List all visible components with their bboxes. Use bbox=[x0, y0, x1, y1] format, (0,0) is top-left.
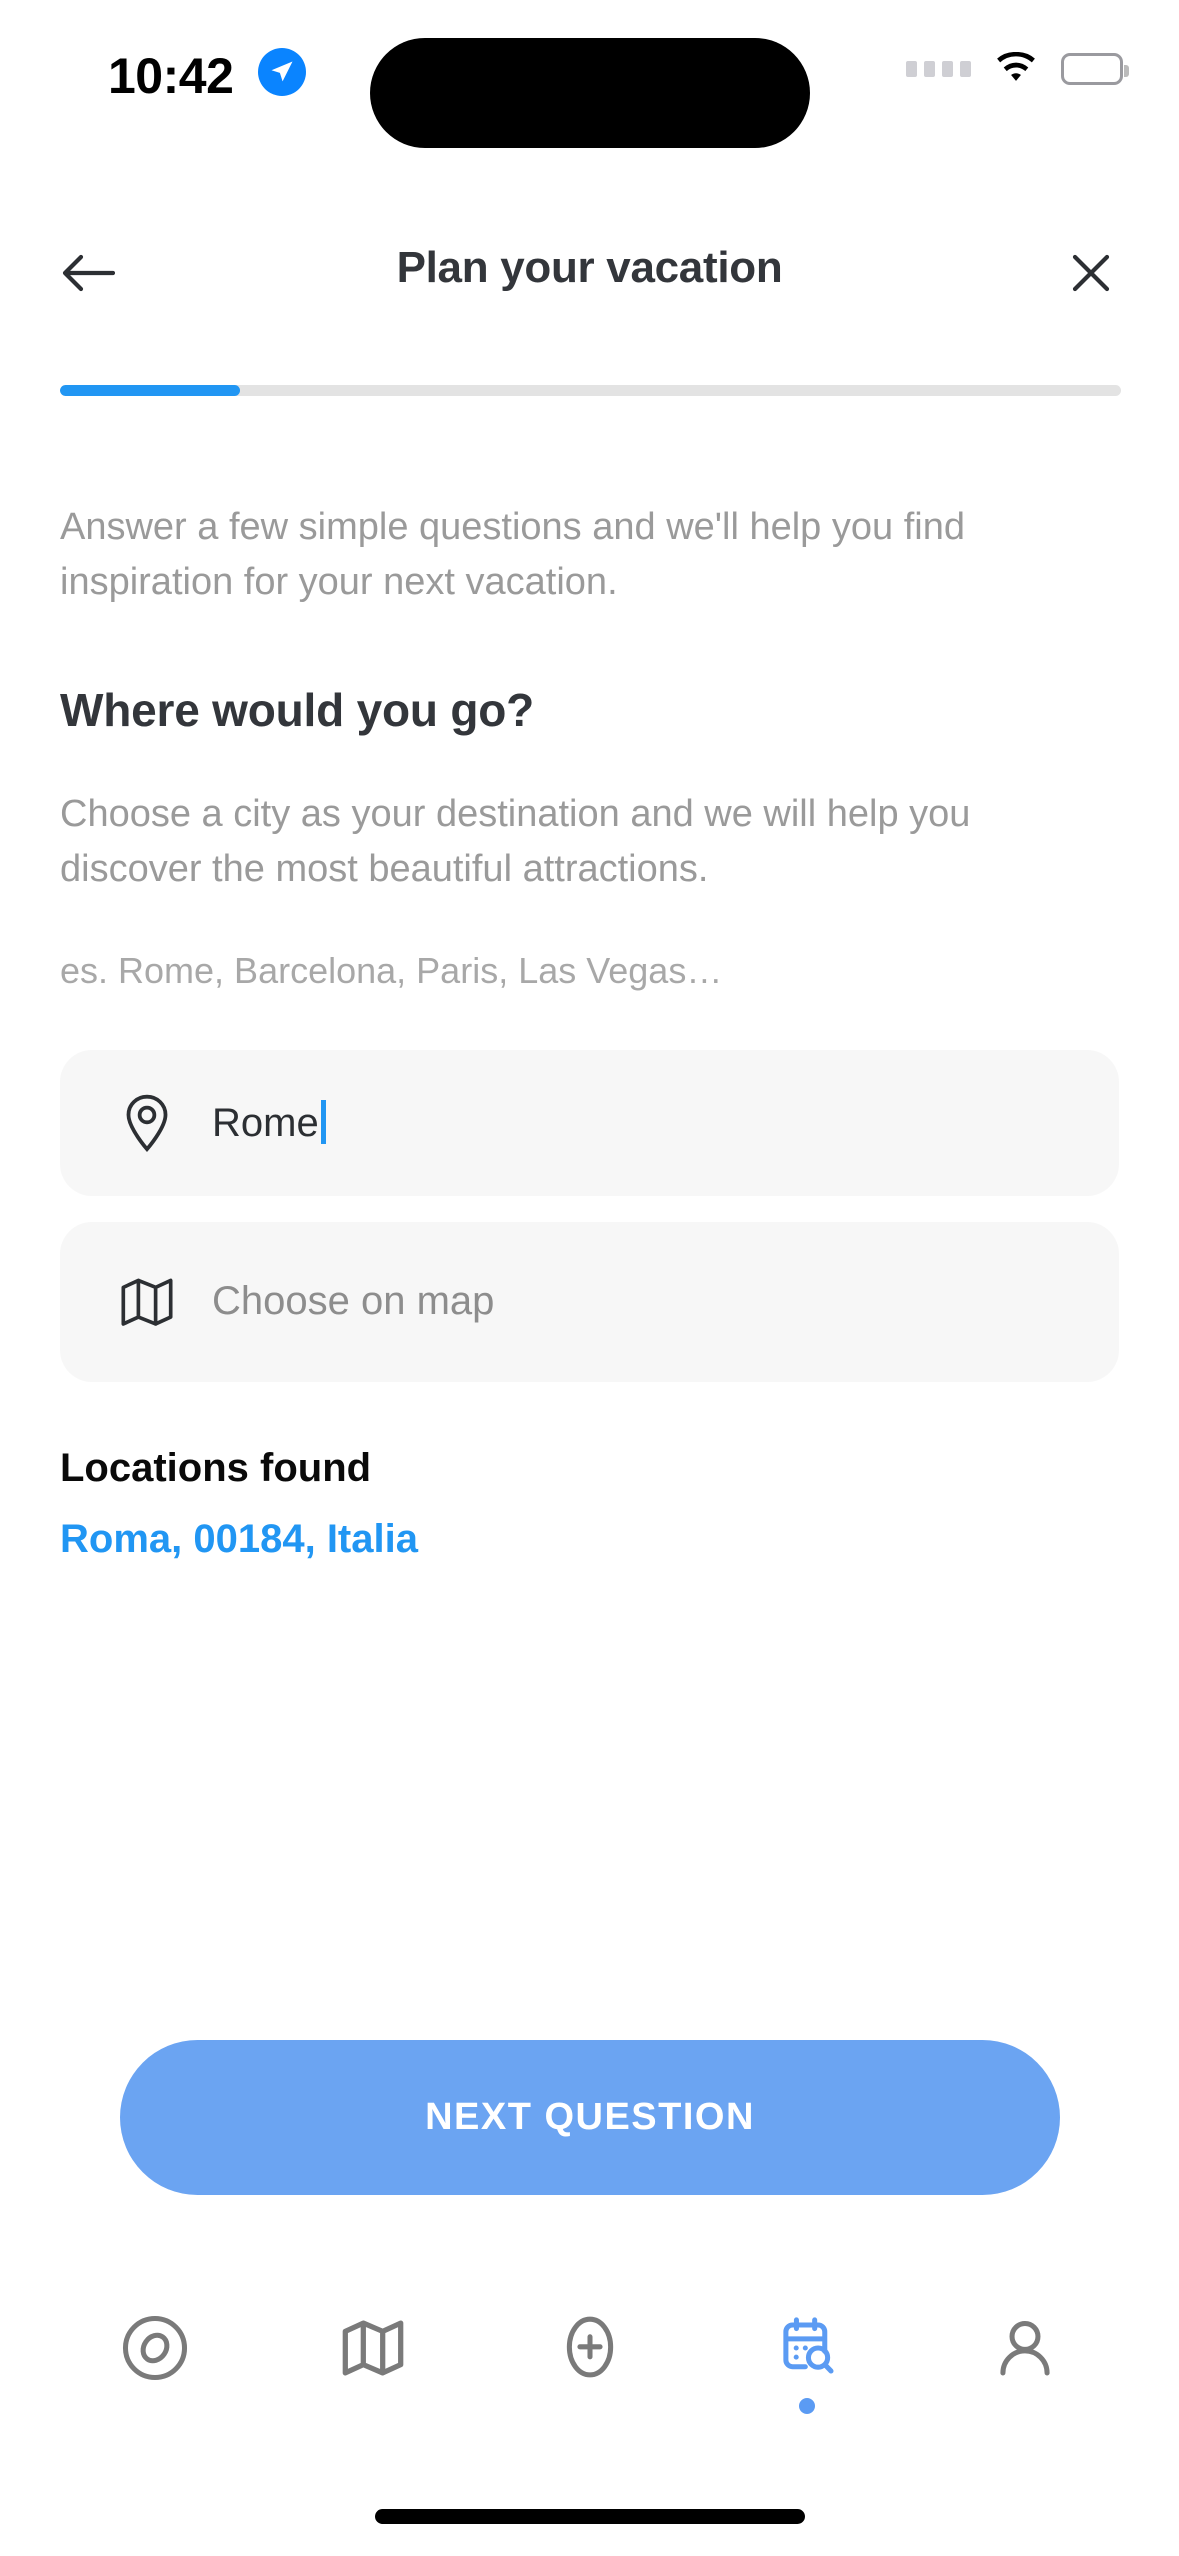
battery-full-icon bbox=[1061, 53, 1129, 85]
compass-icon bbox=[122, 2315, 188, 2381]
plus-pin-icon bbox=[566, 2316, 614, 2378]
wifi-icon bbox=[997, 52, 1035, 81]
choose-on-map-label: Choose on map bbox=[212, 1279, 495, 1324]
tab-add[interactable] bbox=[520, 2312, 660, 2442]
map-icon bbox=[116, 1271, 178, 1333]
next-question-button[interactable]: NEXT QUESTION bbox=[120, 2040, 1060, 2195]
signal-dots-icon bbox=[906, 61, 971, 77]
page-title: Plan your vacation bbox=[396, 243, 783, 292]
status-bar-indicators bbox=[906, 52, 1129, 86]
app-screen: 10:42 Plan your vacation Answer a few si… bbox=[0, 0, 1179, 2556]
status-bar-time: 10:42 bbox=[108, 48, 234, 104]
location-result-item[interactable]: Roma, 00184, Italia bbox=[60, 1517, 1119, 1562]
map-icon bbox=[342, 2320, 404, 2376]
locations-found-section: Locations found Roma, 00184, Italia bbox=[60, 1446, 1119, 1562]
tab-profile[interactable] bbox=[955, 2312, 1095, 2442]
map-pin-icon bbox=[116, 1092, 178, 1154]
locations-found-title: Locations found bbox=[60, 1445, 372, 1490]
intro-text: Answer a few simple questions and we'll … bbox=[60, 506, 965, 604]
home-indicator bbox=[374, 2509, 805, 2524]
text-cursor bbox=[320, 1099, 326, 1144]
close-button[interactable] bbox=[1055, 237, 1127, 309]
tab-map[interactable] bbox=[303, 2312, 443, 2442]
status-bar: 10:42 bbox=[0, 0, 1179, 160]
destination-input-text: Rome bbox=[212, 1100, 319, 1145]
navigation-header: Plan your vacation bbox=[0, 215, 1179, 325]
destination-input[interactable]: Rome bbox=[60, 1049, 1119, 1196]
tab-trips[interactable] bbox=[737, 2312, 877, 2442]
location-arrow-icon bbox=[258, 48, 306, 96]
destination-input-value: Rome bbox=[212, 1099, 326, 1146]
main-content: Answer a few simple questions and we'll … bbox=[0, 440, 1179, 1562]
progress-bar bbox=[60, 385, 1121, 396]
person-icon bbox=[1000, 2320, 1050, 2376]
question-title: Where would you go? bbox=[60, 683, 535, 736]
dynamic-island bbox=[370, 38, 810, 148]
tab-explore[interactable] bbox=[85, 2312, 225, 2442]
progress-bar-fill bbox=[60, 385, 241, 396]
choose-on-map-button[interactable]: Choose on map bbox=[60, 1221, 1119, 1382]
question-description: Choose a city as your destination and we… bbox=[60, 792, 971, 891]
tab-active-indicator bbox=[799, 2398, 815, 2414]
close-icon bbox=[1072, 254, 1110, 292]
examples-hint: es. Rome, Barcelona, Paris, Las Vegas… bbox=[60, 949, 723, 991]
calendar-search-icon bbox=[783, 2317, 834, 2374]
bottom-tab-bar bbox=[0, 2294, 1179, 2556]
